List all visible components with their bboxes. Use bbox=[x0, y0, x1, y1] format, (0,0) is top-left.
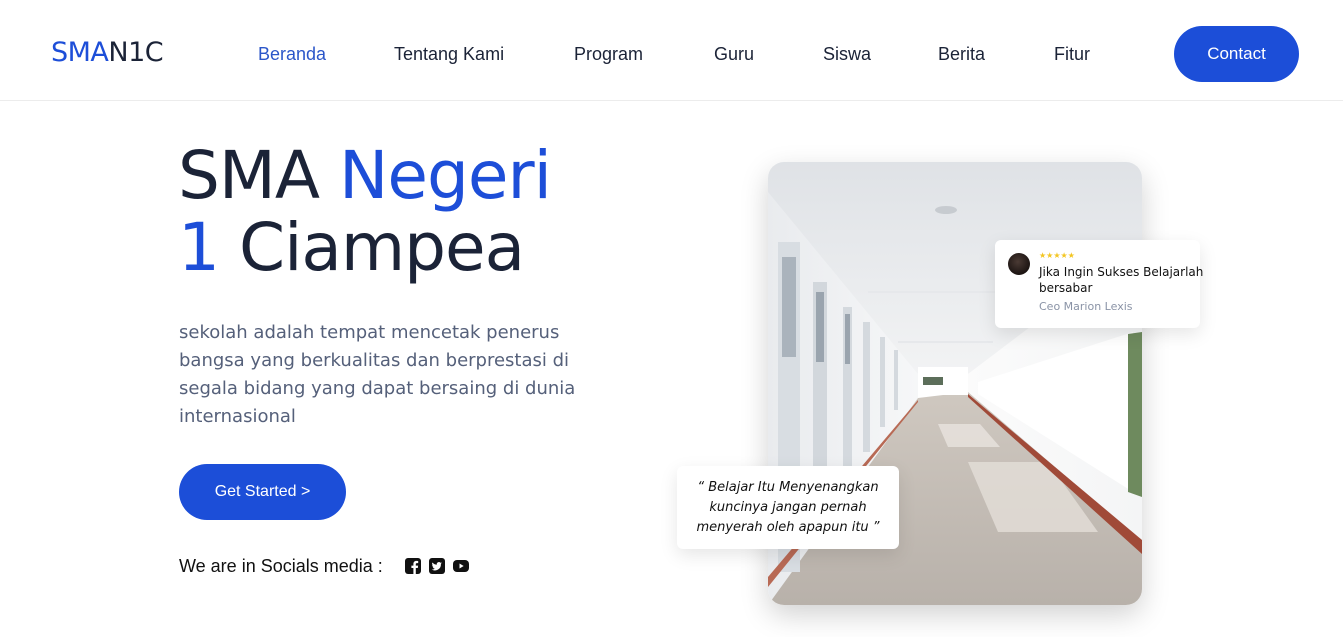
rating-stars: ★★★★★ bbox=[1039, 251, 1075, 260]
hero-title: SMA Negeri 1 Ciampea bbox=[178, 137, 552, 286]
contact-button[interactable]: Contact bbox=[1174, 26, 1299, 82]
socials-label: We are in Socials media : bbox=[179, 555, 383, 576]
nav-link-tentang-kami[interactable]: Tentang Kami bbox=[394, 44, 504, 65]
get-started-button[interactable]: Get Started > bbox=[179, 464, 346, 520]
avatar bbox=[1008, 253, 1030, 275]
nav-link-fitur[interactable]: Fitur bbox=[1054, 44, 1090, 65]
hero-description: sekolah adalah tempat mencetak penerus b… bbox=[179, 322, 576, 427]
testimonial-card: ★★★★★ Jika Ingin Sukses Belajarlah bersa… bbox=[995, 240, 1203, 328]
socials-row: We are in Socials media : bbox=[179, 555, 469, 577]
hero-title-number: 1 bbox=[178, 209, 220, 286]
youtube-icon[interactable] bbox=[452, 558, 469, 574]
nav-link-guru[interactable]: Guru bbox=[714, 44, 754, 65]
nav-link-beranda[interactable]: Beranda bbox=[258, 44, 326, 65]
hero-title-sma: SMA bbox=[178, 137, 339, 214]
quote-card: “ Belajar Itu Menyenangkan kuncinya jang… bbox=[677, 466, 899, 549]
hero-title-negeri: Negeri bbox=[338, 137, 552, 214]
testimonial-author: Ceo Marion Lexis bbox=[1039, 300, 1133, 313]
logo-suffix: N1C bbox=[108, 37, 164, 68]
nav-link-berita[interactable]: Berita bbox=[938, 44, 985, 65]
nav-link-siswa[interactable]: Siswa bbox=[823, 44, 871, 65]
logo[interactable]: SMAN1C bbox=[51, 37, 164, 68]
hero-title-ciampea: Ciampea bbox=[219, 209, 525, 286]
twitter-icon[interactable] bbox=[428, 558, 445, 574]
facebook-icon[interactable] bbox=[404, 558, 421, 574]
quote-text: “ Belajar Itu Menyenangkan kuncinya jang… bbox=[696, 479, 880, 535]
testimonial-quote: Jika Ingin Sukses Belajarlah bersabar bbox=[1039, 265, 1204, 295]
logo-accent: SMA bbox=[51, 37, 109, 68]
navbar: SMAN1C Beranda Tentang Kami Program Guru… bbox=[0, 0, 1343, 101]
nav-link-program[interactable]: Program bbox=[574, 44, 643, 65]
